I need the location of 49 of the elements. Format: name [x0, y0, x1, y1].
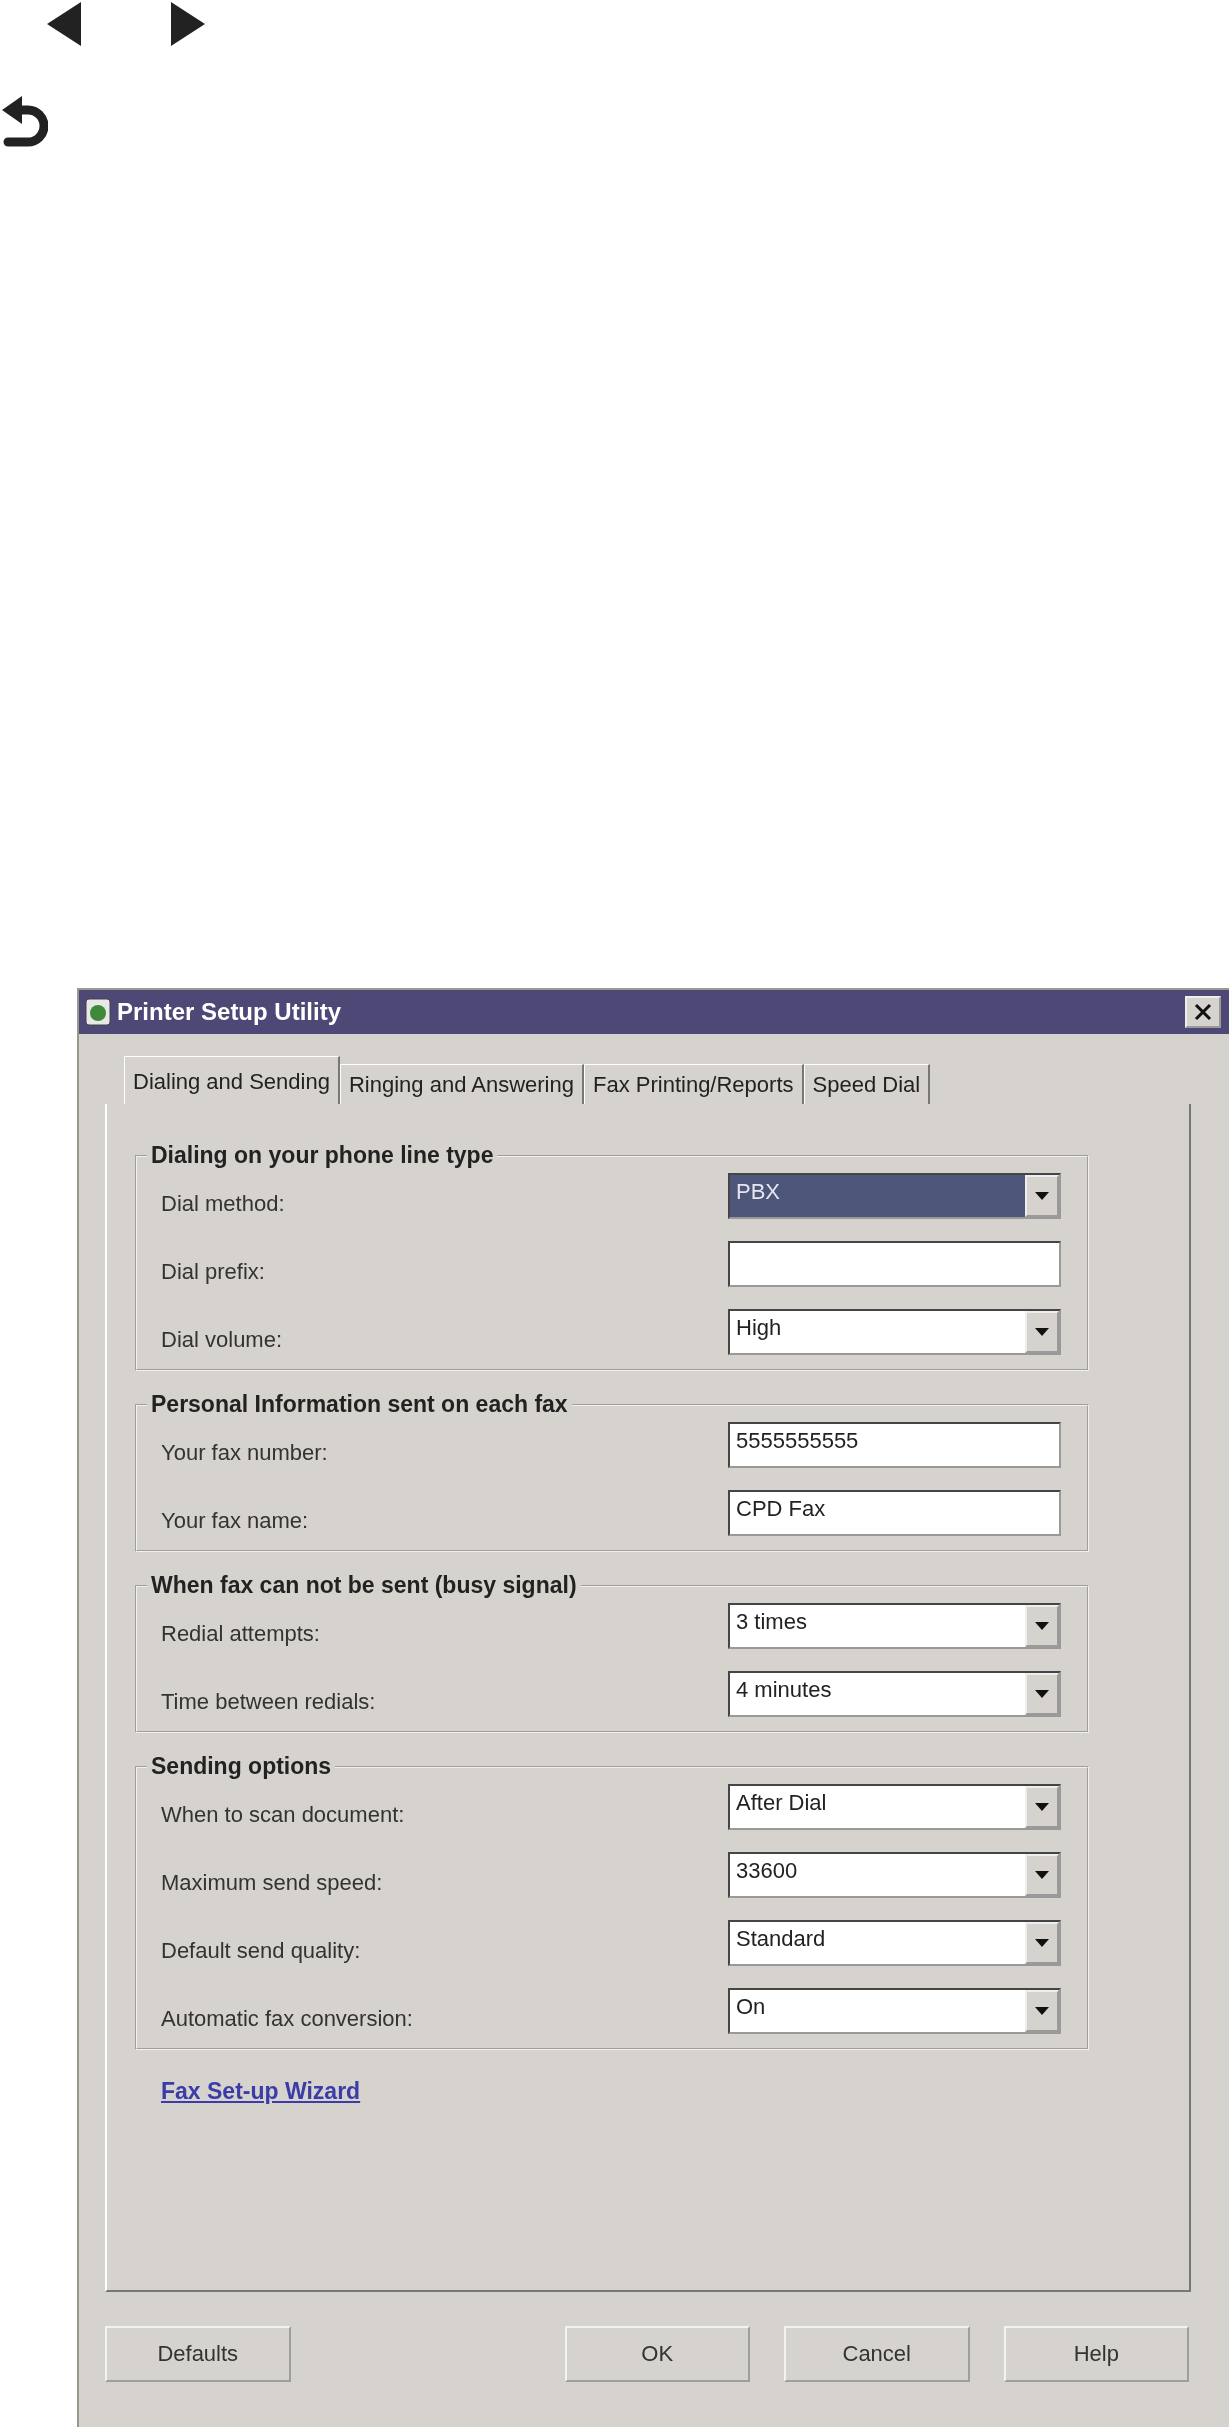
dropdown[interactable]: High — [728, 1309, 1061, 1355]
group-title: Dialing on your phone line type — [150, 1142, 495, 1169]
wizard-link[interactable]: Fax Set-up Wizard — [161, 2078, 361, 2105]
close-icon — [1194, 1003, 1212, 1021]
field-label: Your fax name: — [161, 1508, 310, 1535]
input-field[interactable]: CPD Fax — [728, 1490, 1061, 1536]
field-label: Redial attempts: — [161, 1621, 321, 1648]
group-title: Personal Information sent on each fax — [150, 1391, 569, 1418]
caret-icon — [1035, 1939, 1049, 1947]
dropdown[interactable]: 4 minutes — [728, 1671, 1061, 1717]
left-arrow-icon[interactable] — [47, 2, 81, 46]
caret-icon — [1035, 1328, 1049, 1336]
field-label: Default send quality: — [161, 1938, 362, 1965]
field-label: Time between redials: — [161, 1689, 377, 1716]
window-title: Printer Setup Utility — [117, 998, 343, 1026]
input-field[interactable] — [728, 1241, 1061, 1287]
input-field[interactable]: 5555555555 — [728, 1422, 1061, 1468]
tab[interactable]: Fax Printing/Reports — [584, 1064, 804, 1104]
group-title: Sending options — [150, 1753, 333, 1780]
field-label: Dial volume: — [161, 1327, 284, 1354]
right-arrow-icon[interactable] — [171, 2, 205, 46]
dropdown[interactable]: 33600 — [728, 1852, 1061, 1898]
close-button[interactable] — [1185, 996, 1221, 1028]
dropdown[interactable]: 3 times — [728, 1603, 1061, 1649]
group-title: When fax can not be sent (busy signal) — [150, 1572, 578, 1599]
dialog-button[interactable]: Defaults — [105, 2326, 291, 2382]
dialog-button[interactable]: OK — [564, 2326, 750, 2382]
dialog-button[interactable]: Help — [1003, 2326, 1189, 2382]
field-label: Dial prefix: — [161, 1259, 266, 1286]
field-label: Automatic fax conversion: — [161, 2006, 414, 2033]
field-label: When to scan document: — [161, 1802, 406, 1829]
caret-icon — [1035, 1622, 1049, 1630]
caret-icon — [1035, 1192, 1049, 1200]
field-label: Dial method: — [161, 1191, 286, 1218]
caret-icon — [1035, 1690, 1049, 1698]
tab[interactable]: Dialing and Sending — [124, 1056, 340, 1104]
tab[interactable]: Speed Dial — [803, 1064, 931, 1104]
dialog-button[interactable]: Cancel — [784, 2326, 970, 2382]
dropdown[interactable]: After Dial — [728, 1784, 1061, 1830]
caret-icon — [1035, 2007, 1049, 2015]
back-arrow-icon[interactable] — [0, 94, 48, 148]
field-label: Maximum send speed: — [161, 1870, 384, 1897]
caret-icon — [1035, 1803, 1049, 1811]
dropdown[interactable]: Standard — [728, 1920, 1061, 1966]
dropdown[interactable]: PBX — [728, 1173, 1061, 1219]
field-label: Your fax number: — [161, 1440, 329, 1467]
tab[interactable]: Ringing and Answering — [339, 1064, 584, 1104]
dropdown[interactable]: On — [728, 1988, 1061, 2034]
caret-icon — [1035, 1871, 1049, 1879]
